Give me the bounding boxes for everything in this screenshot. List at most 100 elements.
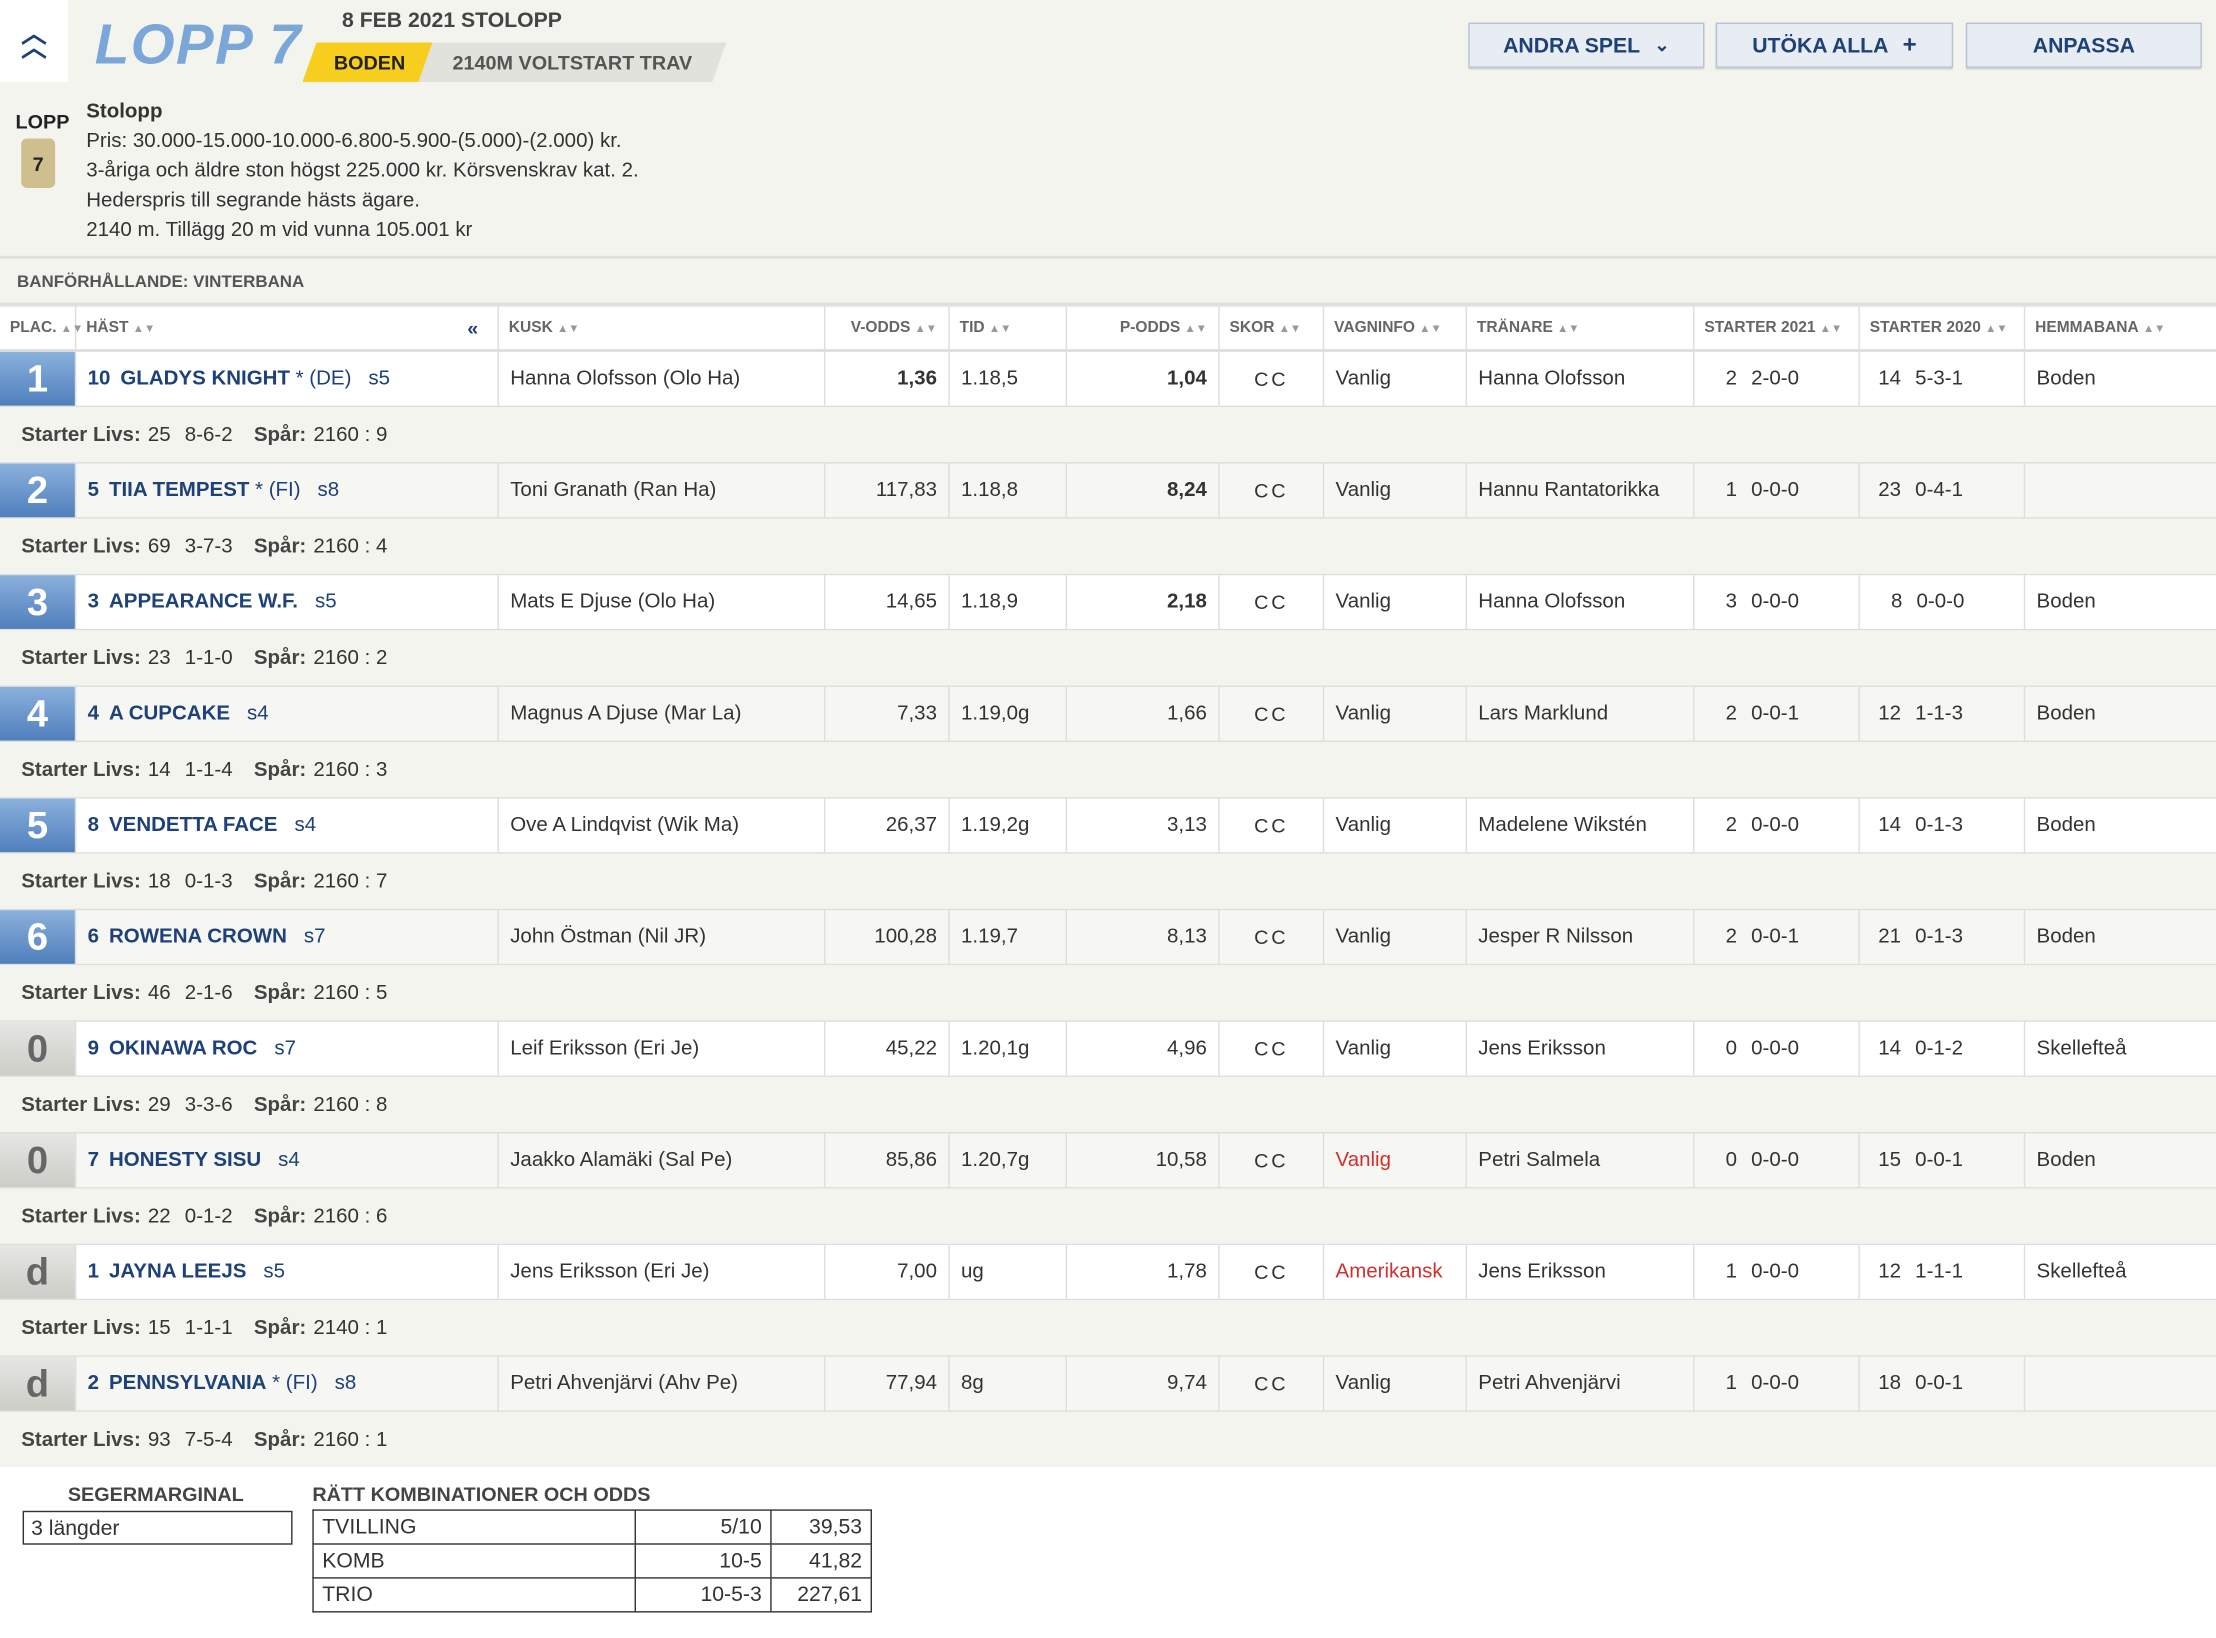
table-row: 0 7 HONESTY SISU s4 Jaakko Alamäki (Sal … <box>0 1132 2216 1189</box>
placement: 4 <box>0 686 77 741</box>
col-skor[interactable]: SKOR ▲▼ <box>1220 306 1325 350</box>
hemmabana-cell <box>2025 464 2216 518</box>
kusk-cell: Hanna Olofsson (Olo Ha) <box>499 351 826 406</box>
kombinationer-table: TVILLING 5/10 39,53 KOMB 10-5 41,82 TRIO… <box>312 1509 872 1613</box>
horse-name-link[interactable]: OKINAWA ROC <box>109 1037 257 1060</box>
tid-cell: 1.18,8 <box>950 463 1068 518</box>
starter-livs-label: Starter Livs: <box>21 1204 141 1228</box>
starter-2020-count: 14 <box>1878 1037 1902 1060</box>
starter-2021-record: 0-0-0 <box>1751 814 1800 837</box>
anpassa-label: ANPASSA <box>2032 33 2135 58</box>
col-kusk[interactable]: KUSK ▲▼ <box>499 306 826 350</box>
starter-2020-record: 1-1-1 <box>1915 1260 1964 1284</box>
hemmabana-cell: Boden <box>2036 925 2096 949</box>
starter-2021-record: 0-0-1 <box>1751 925 1800 949</box>
horse-cell[interactable]: 3 APPEARANCE W.F. s5 <box>76 575 499 629</box>
spar-value: 2160 : 6 <box>313 1204 388 1228</box>
placement: 5 <box>0 798 77 853</box>
starter-2021-record: 0-0-1 <box>1751 702 1800 726</box>
starter-2020-record: 0-0-0 <box>1916 590 1965 614</box>
col-starter-2021[interactable]: STARTER 2021 ▲▼ <box>1695 306 1860 350</box>
podds-cell: 1,04 <box>1067 351 1220 406</box>
col-vagninfo[interactable]: VAGNINFO ▲▼ <box>1324 306 1467 350</box>
horse-cell[interactable]: 8 VENDETTA FACE s4 <box>76 798 499 853</box>
livs-count: 29 <box>147 1093 171 1116</box>
col-plac[interactable]: PLAC. ▲▼ <box>0 306 83 350</box>
distance-badge: 2140M VOLTSTART TRAV <box>418 42 726 82</box>
starter-2021-cell: 3 0-0-0 <box>1695 575 1860 629</box>
horse-name-link[interactable]: A CUPCAKE <box>109 702 230 725</box>
andra-spel-button[interactable]: ANDRA SPEL ⌄ <box>1468 22 1705 68</box>
starter-livs-label: Starter Livs: <box>21 1093 141 1116</box>
col-tid[interactable]: TID ▲▼ <box>950 306 1068 350</box>
table-row: d 1 JAYNA LEEJS s5 Jens Eriksson (Eri Je… <box>0 1243 2216 1301</box>
vagninfo-cell: Amerikansk <box>1324 1245 1467 1299</box>
horse-name-link[interactable]: GLADYS KNIGHT <box>120 367 290 390</box>
horse-name-link[interactable]: JAYNA LEEJS <box>109 1261 246 1284</box>
horse-name-link[interactable]: HONESTY SISU <box>109 1149 261 1172</box>
col-hemmabana[interactable]: HEMMABANA ▲▼ <box>2025 307 2216 349</box>
spar-value: 2160 : 9 <box>313 423 388 446</box>
horse-age: s7 <box>274 1037 296 1060</box>
spar-value: 2160 : 3 <box>313 758 388 781</box>
horse-cell[interactable]: 1 JAYNA LEEJS s5 <box>76 1245 499 1299</box>
placement: 1 <box>0 351 77 406</box>
horse-name-link[interactable]: APPEARANCE W.F. <box>109 591 298 614</box>
starter-livs-label: Starter Livs: <box>21 1316 141 1340</box>
livs-count: 46 <box>147 981 171 1005</box>
placement: d <box>0 1356 77 1411</box>
horse-cell[interactable]: 10 GLADYS KNIGHT * (DE) s5 <box>76 351 499 406</box>
race-header: ︿ ︿ LOPP 7 8 FEB 2021 STOLOPP BODEN 2140M… <box>0 0 2216 82</box>
horse-cell[interactable]: 7 HONESTY SISU s4 <box>76 1133 499 1188</box>
col-starter-2020[interactable]: STARTER 2020 ▲▼ <box>1860 306 2026 350</box>
horse-cell[interactable]: 5 TIIA TEMPEST * (FI) s8 <box>76 463 499 518</box>
horse-cell[interactable]: 2 PENNSYLVANIA * (FI) s8 <box>76 1356 499 1411</box>
kusk-cell: Magnus A Djuse (Mar La) <box>499 686 826 741</box>
podds-cell: 2,18 <box>1067 575 1220 629</box>
vodds-cell: 1,36 <box>825 351 950 406</box>
starter-2020-cell: 23 0-4-1 <box>1860 463 2026 518</box>
starter-2020-count: 8 <box>1890 590 1903 614</box>
horse-cell[interactable]: 4 A CUPCAKE s4 <box>76 686 499 741</box>
hemmabana-cell: Boden <box>2036 702 2096 726</box>
starter-2020-record: 0-4-1 <box>1915 479 1964 502</box>
hemmabana-cell: Boden <box>2036 590 2096 614</box>
podds-cell: 3,13 <box>1067 798 1220 853</box>
spar-label: Spår: <box>253 869 307 893</box>
horse-number: 6 <box>87 925 100 949</box>
horse-career-row: Starter Livs: 14 1-1-4 Spår: 2160 : 3 <box>0 741 2216 798</box>
horse-cell[interactable]: 6 ROWENA CROWN s7 <box>76 910 499 964</box>
anpassa-button[interactable]: ANPASSA <box>1965 22 2202 68</box>
horse-name-link[interactable]: ROWENA CROWN <box>109 926 287 949</box>
table-row: 0 9 OKINAWA ROC s7 Leif Eriksson (Eri Je… <box>0 1020 2216 1077</box>
col-hast[interactable]: HÄST ▲▼ <box>76 307 448 349</box>
vagninfo-cell: Vanlig <box>1324 575 1467 629</box>
utoka-alla-button[interactable]: UTÖKA ALLA + <box>1715 22 1954 68</box>
podds-cell: 1,78 <box>1067 1245 1220 1299</box>
hemmabana-cell: Skellefteå <box>2036 1260 2127 1284</box>
starter-2021-cell: 0 0-0-0 <box>1695 1021 1860 1076</box>
race-title: LOPP 7 <box>94 14 303 77</box>
starter-2021-cell: 2 0-0-1 <box>1695 910 1860 964</box>
kusk-cell: Ove A Lindqvist (Wik Ma) <box>499 798 826 853</box>
horse-cell[interactable]: 9 OKINAWA ROC s7 <box>76 1021 499 1076</box>
starter-2020-record: 0-1-2 <box>1915 1037 1964 1060</box>
horse-name-link[interactable]: VENDETTA FACE <box>109 814 278 837</box>
col-vodds[interactable]: V-ODDS ▲▼ <box>825 306 950 350</box>
starter-2020-cell: 14 5-3-1 <box>1860 351 2026 406</box>
tid-cell: 1.18,9 <box>950 575 1068 629</box>
horse-name-link[interactable]: PENNSYLVANIA <box>109 1372 267 1395</box>
horse-number: 5 <box>87 479 100 502</box>
horse-name-link[interactable]: TIIA TEMPEST <box>109 479 249 502</box>
sort-icon: ▲▼ <box>557 321 580 335</box>
collapse-race-button[interactable]: ︿ ︿ <box>0 0 68 82</box>
col-podds[interactable]: P-ODDS ▲▼ <box>1067 306 1220 350</box>
tid-cell: 1.19,7 <box>950 910 1068 964</box>
col-tranare[interactable]: TRÄNARE ▲▼ <box>1467 306 1695 350</box>
horse-country: (FI) <box>268 479 301 502</box>
starter-2021-cell: 0 0-0-0 <box>1695 1133 1860 1188</box>
comb-combo: 5/10 <box>635 1509 772 1545</box>
horse-age: s5 <box>368 367 391 391</box>
collapse-columns-button[interactable]: « <box>448 306 499 350</box>
track-badge: BODEN <box>302 42 437 82</box>
